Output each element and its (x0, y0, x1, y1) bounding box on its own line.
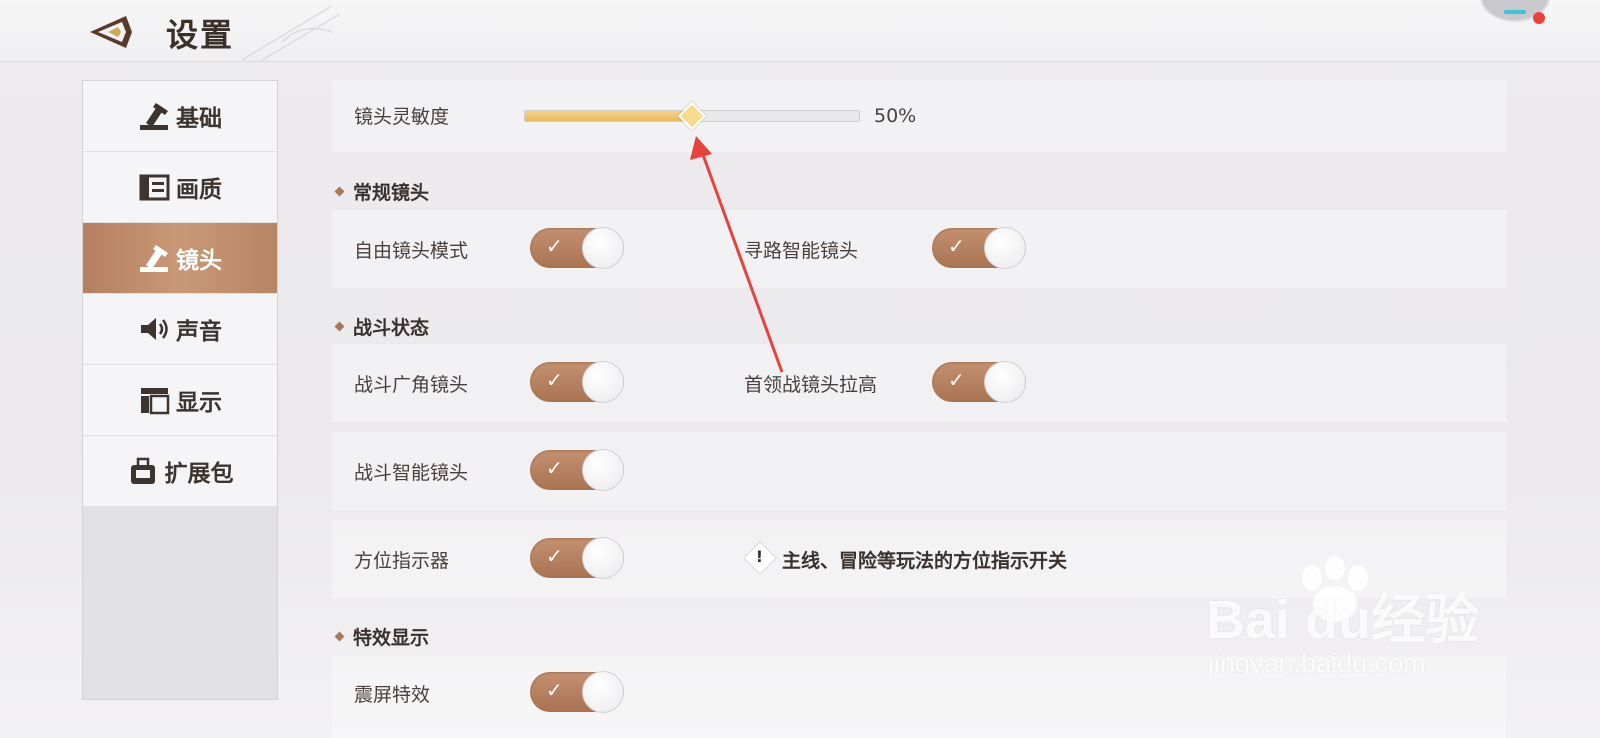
diamond-bullet-icon (334, 186, 345, 197)
section-title-normal: 常规镜头 (334, 178, 430, 205)
check-icon: ✓ (546, 456, 563, 480)
screen-shake-toggle[interactable]: ✓ (530, 671, 624, 713)
slider-thumb[interactable] (677, 101, 707, 131)
toggle-knob (582, 671, 624, 713)
check-icon: ✓ (948, 368, 965, 392)
normal-camera-row: 自由镜头模式 ✓ 寻路智能镜头 ✓ (332, 210, 1506, 288)
bag-icon (130, 457, 155, 484)
sidebar-item-sound[interactable]: 声音 (83, 294, 277, 365)
toggle-knob (984, 227, 1026, 269)
toggle-knob (984, 361, 1026, 403)
boss-raise-label: 首领战镜头拉高 (744, 374, 878, 396)
sidebar-item-label: 声音 (176, 319, 222, 345)
picture-icon (139, 174, 170, 201)
sensitivity-label: 镜头灵敏度 (354, 106, 450, 128)
title-decoration-icon (241, 5, 341, 61)
direction-indicator-label: 方位指示器 (354, 550, 450, 572)
boss-raise-toggle[interactable]: ✓ (932, 361, 1026, 403)
watermark-url: jingyan.baidu.com (1208, 648, 1426, 678)
section-title-text: 战斗状态 (353, 317, 430, 339)
check-icon: ✓ (948, 234, 965, 258)
page-title: 设置 (166, 16, 235, 54)
info-icon: ! (743, 541, 777, 575)
sensitivity-row: 镜头灵敏度 50% (332, 80, 1506, 152)
section-title-combat: 战斗状态 (334, 313, 430, 340)
free-camera-toggle[interactable]: ✓ (530, 227, 624, 269)
sidebar-item-label: 显示 (176, 390, 222, 416)
hammer-icon (140, 245, 168, 272)
sidebar-item-graphics[interactable]: 画质 (83, 152, 277, 223)
sidebar-item-label: 基础 (176, 106, 222, 132)
direction-indicator-toggle[interactable]: ✓ (530, 537, 624, 579)
sidebar-item-display[interactable]: 显示 (83, 365, 277, 436)
sidebar-item-camera[interactable]: 镜头 (83, 223, 277, 294)
free-camera-label: 自由镜头模式 (354, 240, 469, 262)
smart-camera-row: 战斗智能镜头 ✓ (332, 432, 1506, 510)
diamond-bullet-icon (334, 321, 345, 332)
slider-fill (525, 111, 692, 121)
sidebar-item-basic[interactable]: 基础 (83, 81, 277, 152)
back-arrow-icon (90, 16, 132, 48)
back-button[interactable] (86, 10, 136, 54)
diamond-bullet-icon (334, 631, 345, 642)
watermark-logo: Bai du经验 (1206, 590, 1480, 650)
sidebar-item-label: 画质 (176, 177, 222, 203)
pathfinding-camera-toggle[interactable]: ✓ (932, 227, 1026, 269)
settings-sidebar: 基础 画质 镜头 声音 显示 扩展包 (82, 80, 278, 700)
toggle-knob (582, 449, 624, 491)
check-icon: ✓ (546, 234, 563, 258)
info-mark: ! (755, 547, 764, 567)
toggle-knob (582, 361, 624, 403)
section-title-effects: 特效显示 (334, 623, 430, 650)
section-title-text: 常规镜头 (353, 182, 430, 204)
hammer-icon (140, 103, 168, 130)
sidebar-item-label: 镜头 (176, 248, 222, 274)
combat-camera-row: 战斗广角镜头 ✓ 首领战镜头拉高 ✓ (332, 344, 1506, 422)
avatar-status-bar (1504, 10, 1526, 14)
sidebar-item-extension[interactable]: 扩展包 (83, 436, 277, 507)
wide-angle-label: 战斗广角镜头 (354, 374, 469, 396)
section-title-text: 特效显示 (353, 627, 430, 649)
toggle-knob (582, 227, 624, 269)
toggle-knob (582, 537, 624, 579)
wide-angle-toggle[interactable]: ✓ (530, 361, 624, 403)
screen-shake-label: 震屏特效 (354, 684, 431, 706)
smart-camera-label: 战斗智能镜头 (354, 462, 469, 484)
check-icon: ✓ (546, 678, 563, 702)
direction-indicator-hint: 主线、冒险等玩法的方位指示开关 (782, 550, 1068, 572)
pathfinding-camera-label: 寻路智能镜头 (744, 240, 859, 262)
sidebar-item-label: 扩展包 (164, 461, 234, 487)
sensitivity-value: 50% (874, 105, 917, 127)
notification-dot (1533, 12, 1545, 24)
speaker-icon (141, 318, 168, 340)
layout-icon (141, 388, 170, 415)
check-icon: ✓ (546, 544, 563, 568)
smart-camera-toggle[interactable]: ✓ (530, 449, 624, 491)
check-icon: ✓ (546, 368, 563, 392)
